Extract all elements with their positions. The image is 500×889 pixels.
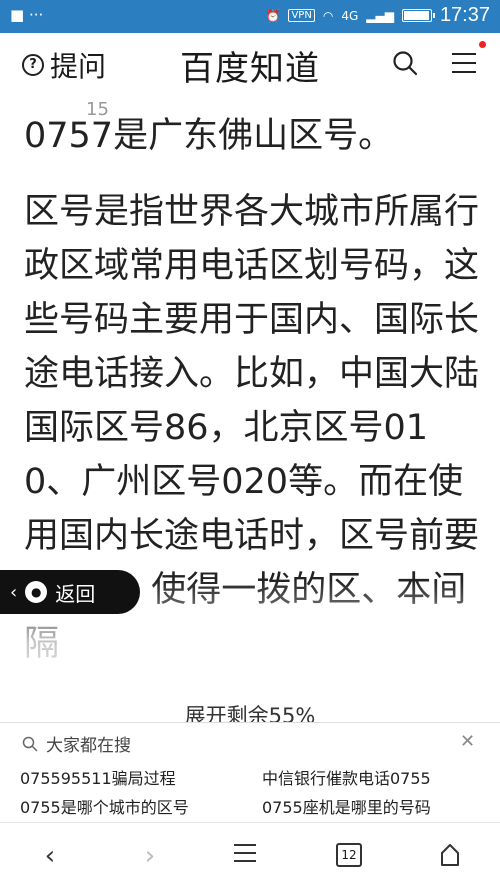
notification-dot [479,41,486,48]
vpn-badge: VPN [288,9,315,22]
signal-icon: ▂▄▆ [366,8,394,23]
wifi-icon: ◠ [322,8,334,23]
alarm-icon: ⏰ [265,8,281,23]
home-icon[interactable] [436,841,464,867]
status-left-icons: ■ ··· [10,6,44,24]
search-icon[interactable] [392,50,418,76]
related-searches-title: 大家都在搜 [46,736,131,756]
status-bar: ■ ··· ⏰ VPN ◠ 4G ▂▄▆ 17:37 [0,0,500,33]
suggestion-item[interactable]: 0755座机是哪里的号码 [262,794,431,818]
network-label: 4G [341,8,359,23]
battery-icon [401,9,435,22]
forward-arrow-icon[interactable]: › [130,841,170,871]
answer-paragraph-1: 0757是广东佛山区号。 [24,116,394,156]
back-label: 返回 [55,581,96,606]
menu-icon[interactable] [450,50,478,76]
search-small-icon [22,736,38,752]
browser-bottom-nav: ‹ › 12 [0,822,500,889]
status-right: ⏰ VPN ◠ 4G ▂▄▆ 17:37 [266,4,490,27]
chevron-left-icon: ‹ [10,581,18,603]
back-arrow-icon[interactable]: ‹ [30,841,70,871]
brand-title: 百度知道 [180,49,320,89]
status-time: 17:37 [439,4,490,26]
suggestion-item[interactable]: 中信银行催款电话0755 [262,765,431,789]
baidu-paw-icon: ● [25,581,48,603]
menu-lines-icon[interactable] [232,841,258,865]
tabs-button[interactable]: 12 [336,843,362,867]
close-icon[interactable]: ✕ [460,731,475,752]
suggestion-item[interactable]: 075595511骗局过程 [20,765,176,789]
back-button[interactable]: ‹ ● 返回 [0,570,140,614]
suggestion-item[interactable]: 0755是哪个城市的区号 [20,794,189,818]
related-searches-panel: 大家都在搜 ✕ 075595511骗局过程 中信银行催款电话0755 0755是… [0,722,500,822]
related-searches-header: 大家都在搜 [22,731,131,756]
top-header: ? 提问 百度知道 [0,33,500,95]
